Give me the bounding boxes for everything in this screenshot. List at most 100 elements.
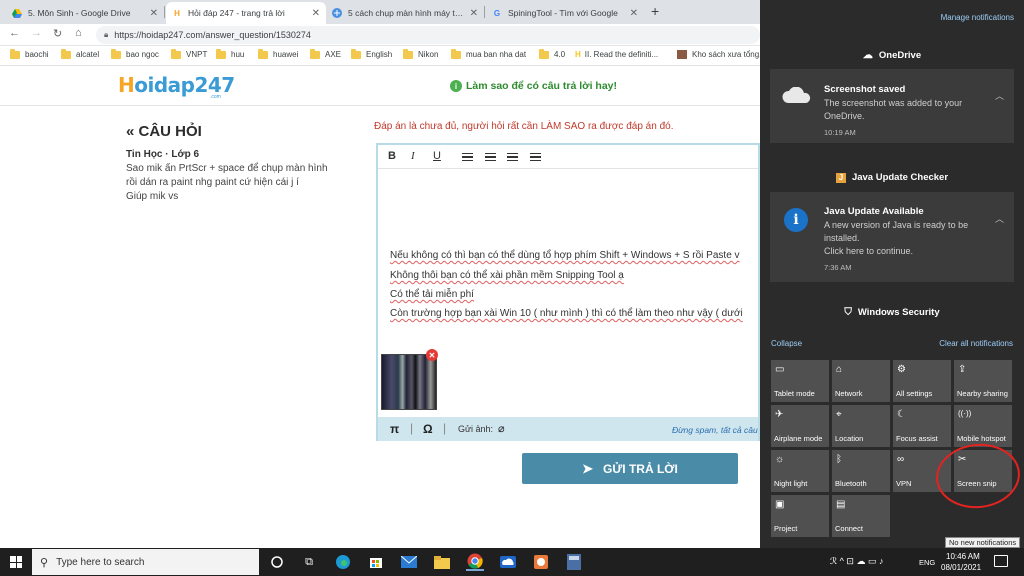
snip-sketch-icon[interactable] <box>532 553 550 571</box>
cloud-icon <box>782 87 811 103</box>
quick-action-network[interactable]: ⌂ Network <box>832 360 890 402</box>
onedrive-app-icon[interactable] <box>499 553 517 571</box>
project-icon: ▣ <box>775 499 785 510</box>
bookmark-item[interactable]: VNPT <box>171 48 207 59</box>
close-tab-icon[interactable]: ✕ <box>470 8 478 19</box>
pi-icon[interactable]: π <box>390 422 399 436</box>
answer-text-line[interactable]: Không thôi bạn có thể xài phần mềm Snipp… <box>390 270 624 281</box>
tab-google-drive[interactable]: 5. Môn Sinh - Google Drive ✕ <box>6 2 164 24</box>
clock-time[interactable]: 10:46 AM <box>946 552 980 561</box>
system-tray-icons[interactable]: ℛ ^ ⊡ ☁ ▭ ♪ <box>830 556 883 567</box>
bookmark-item[interactable]: AXE <box>310 48 341 59</box>
folder-icon <box>216 48 226 59</box>
submit-answer-button[interactable]: ➤ GỬI TRẢ LỜI <box>522 453 738 484</box>
quick-action-mobile-hotspot[interactable]: ((·)) Mobile hotspot <box>954 405 1012 447</box>
omega-icon[interactable]: Ω <box>423 422 433 436</box>
bold-button[interactable]: B <box>388 150 396 162</box>
back-icon[interactable]: ← <box>9 27 20 39</box>
quick-action-location[interactable]: ⌖ Location <box>832 405 890 447</box>
chevron-up-icon[interactable]: ︿ <box>995 212 1004 225</box>
browser-tab-bar: 5. Môn Sinh - Google Drive ✕ H Hỏi đáp 2… <box>0 0 760 24</box>
site-icon <box>332 8 342 18</box>
cortana-icon[interactable] <box>268 553 286 571</box>
bookmark-item[interactable]: Nikon <box>403 48 438 59</box>
edge-icon[interactable] <box>334 553 352 571</box>
paperclip-icon[interactable]: ⌀ <box>498 422 505 435</box>
answer-text-line[interactable]: Có thể tải miễn phí <box>390 289 474 300</box>
answer-text-line[interactable]: Còn trường hợp bạn xài Win 10 ( như mình… <box>390 308 743 319</box>
send-icon: ➤ <box>582 460 594 476</box>
align-left-icon[interactable] <box>462 153 473 161</box>
align-right-icon[interactable] <box>507 153 518 161</box>
tab-hoidap247[interactable]: H Hỏi đáp 247 - trang trả lời ✕ <box>166 2 326 24</box>
address-bar[interactable]: 🔒︎ https://hoidap247.com/answer_question… <box>96 26 760 44</box>
onedrive-notification[interactable]: Screenshot saved The screenshot was adde… <box>770 69 1014 143</box>
file-explorer-icon[interactable] <box>433 553 451 571</box>
tab-google-search[interactable]: G SpiningTool - Tìm với Google ✕ <box>486 2 644 24</box>
close-tab-icon[interactable]: ✕ <box>630 8 638 19</box>
align-justify-icon[interactable] <box>530 153 541 161</box>
chrome-icon[interactable] <box>466 553 484 571</box>
bookmark-item[interactable]: alcatel <box>61 48 99 59</box>
h-bookmark-icon: H <box>575 50 581 59</box>
quick-action-night-light[interactable]: ☼ Night light <box>771 450 829 492</box>
bookmark-item[interactable]: English <box>351 48 392 59</box>
language-indicator[interactable]: ENG <box>919 558 935 567</box>
clock-date[interactable]: 08/01/2021 <box>941 563 981 572</box>
task-view-icon[interactable]: ⧉ <box>300 553 318 571</box>
bookmark-item[interactable]: Kho sách xưa tổng... <box>677 50 766 59</box>
bookmark-item[interactable]: 4.0 <box>539 48 565 59</box>
share-icon: ⇪ <box>958 364 967 375</box>
close-tab-icon[interactable]: ✕ <box>150 8 158 19</box>
java-group-title: J Java Update Checker <box>760 172 1024 183</box>
bookmark-item[interactable]: mua ban nha dat <box>451 48 526 59</box>
help-link[interactable]: i Làm sao để có câu trả lời hay! <box>450 80 617 92</box>
quick-action-connect[interactable]: ▤ Connect <box>832 495 890 537</box>
answer-editor[interactable]: B I U Nếu không có thì bạn có thể dùng t… <box>376 143 760 441</box>
clear-all-notifications-link[interactable]: Clear all notifications <box>939 339 1013 348</box>
manage-notifications-link[interactable]: Manage notifications <box>941 13 1014 22</box>
quick-action-all-settings[interactable]: ⚙ All settings <box>893 360 951 402</box>
attached-image-thumbnail[interactable] <box>381 354 437 410</box>
quick-action-project[interactable]: ▣ Project <box>771 495 829 537</box>
windows-start-icon[interactable] <box>10 556 22 568</box>
quick-action-nearby-sharing[interactable]: ⇪ Nearby sharing <box>954 360 1012 402</box>
bookmark-item[interactable]: H II. Read the definiti... <box>575 50 658 59</box>
new-tab-icon[interactable]: + <box>651 3 659 19</box>
quick-action-focus-assist[interactable]: ☾ Focus assist <box>893 405 951 447</box>
bookmark-item[interactable]: huu <box>216 48 244 59</box>
home-icon[interactable]: ⌂ <box>75 27 82 39</box>
italic-button[interactable]: I <box>411 150 415 162</box>
quick-action-airplane-mode[interactable]: ✈ Airplane mode <box>771 405 829 447</box>
taskbar-search-box[interactable]: ⚲ Type here to search <box>32 549 259 575</box>
folder-icon <box>171 48 181 59</box>
reload-icon[interactable]: ↻ <box>53 27 62 40</box>
java-notification[interactable]: i Java Update Available A new version of… <box>770 192 1014 282</box>
quick-action-bluetooth[interactable]: ᛒ Bluetooth <box>832 450 890 492</box>
bookmark-item[interactable]: bao ngoc <box>111 48 159 59</box>
close-tab-icon[interactable]: ✕ <box>312 8 320 19</box>
forward-icon[interactable]: → <box>31 27 42 39</box>
store-icon[interactable] <box>367 553 385 571</box>
folder-icon <box>111 48 121 59</box>
bookmark-item[interactable]: baochi <box>10 48 49 59</box>
mail-icon[interactable] <box>400 553 418 571</box>
align-center-icon[interactable] <box>485 153 496 161</box>
tab-screenshot-guide[interactable]: 5 cách chụp màn hình máy tính, ✕ <box>326 2 484 24</box>
bookmark-item[interactable]: huawei <box>258 48 298 59</box>
chevron-up-icon[interactable]: ︿ <box>995 89 1004 102</box>
folder-icon <box>310 48 320 59</box>
sun-icon: ☼ <box>775 454 785 465</box>
folder-icon <box>539 48 549 59</box>
answer-text-line[interactable]: Nếu không có thì bạn có thể dùng tổ hợp … <box>390 250 740 261</box>
url-text: https://hoidap247.com/answer_question/15… <box>114 30 311 40</box>
quick-action-tablet-mode[interactable]: ▭ Tablet mode <box>771 360 829 402</box>
tablet-icon: ▭ <box>775 364 785 375</box>
action-center-icon[interactable] <box>994 555 1008 567</box>
calculator-icon[interactable] <box>565 553 583 571</box>
remove-image-icon[interactable]: ✕ <box>426 349 438 361</box>
info-icon: i <box>450 80 462 92</box>
spam-warning: Đừng spam, tất cả câu <box>672 425 758 435</box>
underline-button[interactable]: U <box>433 150 441 162</box>
collapse-link[interactable]: Collapse <box>771 339 802 348</box>
